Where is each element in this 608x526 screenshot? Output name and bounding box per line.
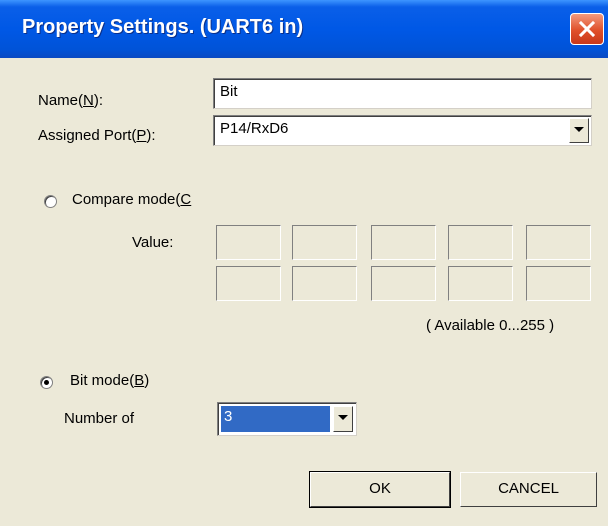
property-settings-dialog: Property Settings. (UART6 in) Name(N): B… bbox=[0, 0, 608, 526]
value-field-6[interactable] bbox=[216, 266, 281, 301]
value-field-7[interactable] bbox=[292, 266, 357, 301]
title-bar[interactable]: Property Settings. (UART6 in) bbox=[0, 0, 608, 58]
name-input[interactable]: Bit bbox=[213, 78, 592, 109]
port-label: Assigned Port(P): bbox=[38, 127, 156, 144]
ok-button[interactable]: OK bbox=[309, 471, 451, 508]
value-field-9[interactable] bbox=[448, 266, 513, 301]
value-field-4[interactable] bbox=[448, 225, 513, 260]
value-field-3[interactable] bbox=[371, 225, 436, 260]
cancel-button[interactable]: CANCEL bbox=[460, 472, 597, 507]
value-field-8[interactable] bbox=[371, 266, 436, 301]
value-field-2[interactable] bbox=[292, 225, 357, 260]
close-icon bbox=[578, 20, 596, 38]
number-of-label: Number of bbox=[64, 410, 135, 427]
bit-mode-label: Bit mode(B) bbox=[70, 372, 150, 389]
port-select-value: P14/RxD6 bbox=[220, 120, 289, 137]
value-label: Value: bbox=[132, 234, 174, 251]
compare-mode-radio[interactable] bbox=[44, 195, 57, 208]
number-of-select-value: 3 bbox=[221, 406, 330, 432]
number-of-dropdown-button[interactable] bbox=[333, 406, 353, 432]
available-range-note: ( Available 0...255 ) bbox=[426, 317, 555, 334]
number-of-select[interactable]: 3 bbox=[217, 402, 357, 436]
compare-mode-label: Compare mode(C bbox=[72, 191, 192, 208]
port-select[interactable]: P14/RxD6 bbox=[213, 115, 592, 146]
value-field-5[interactable] bbox=[526, 225, 591, 260]
value-field-10[interactable] bbox=[526, 266, 591, 301]
value-field-1[interactable] bbox=[216, 225, 281, 260]
bit-mode-radio[interactable] bbox=[40, 376, 53, 389]
window-title: Property Settings. (UART6 in) bbox=[22, 16, 304, 38]
close-button[interactable] bbox=[570, 13, 604, 45]
port-dropdown-button[interactable] bbox=[569, 118, 589, 143]
name-label: Name(N): bbox=[38, 92, 104, 109]
